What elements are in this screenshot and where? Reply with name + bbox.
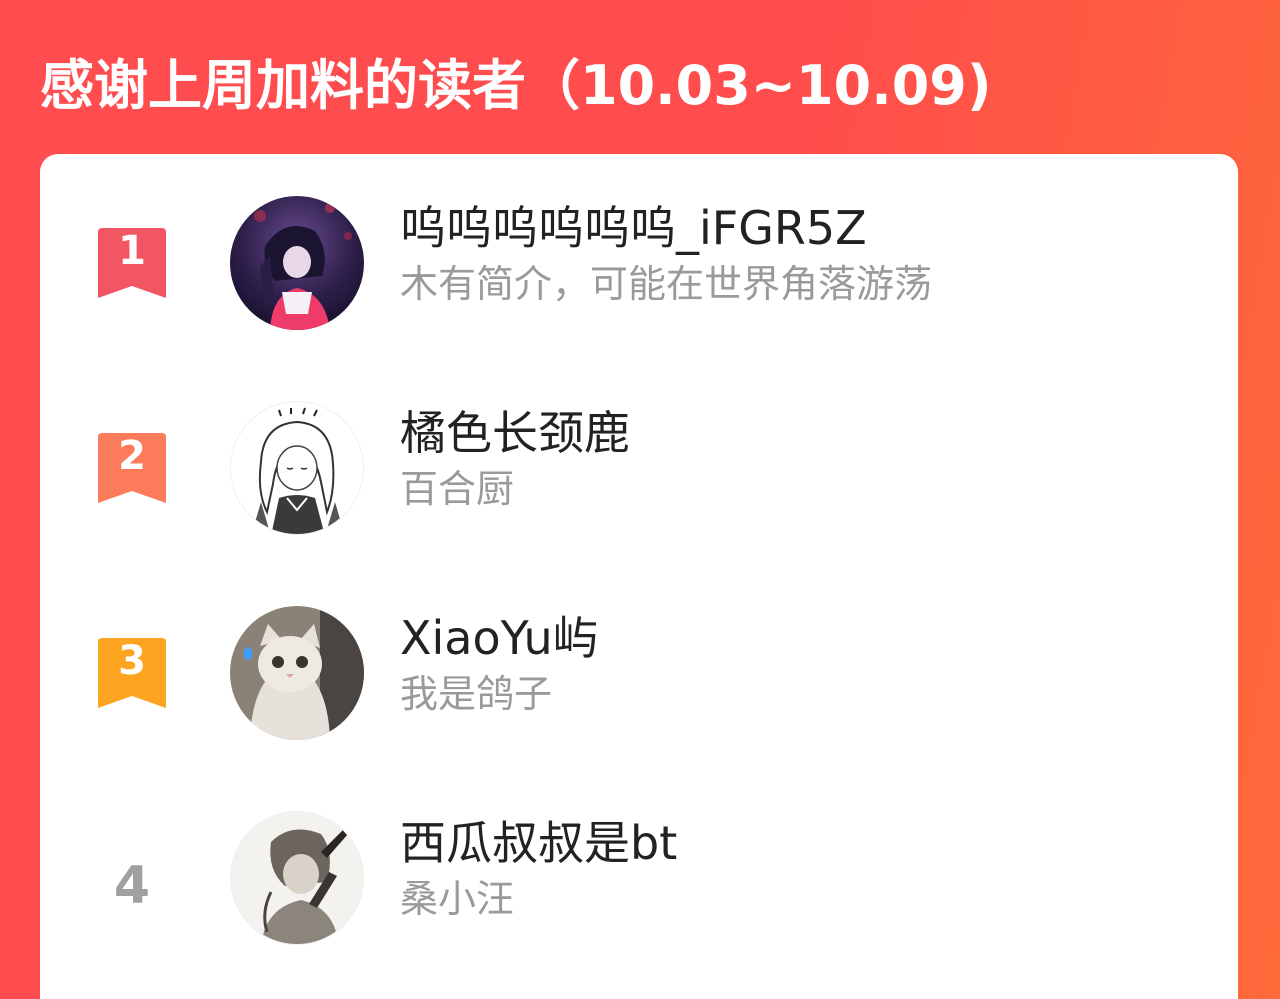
avatar[interactable]: [230, 606, 364, 740]
reader-bio: 桑小汪: [400, 877, 515, 921]
reader-name[interactable]: 呜呜呜呜呜呜_iFGR5Z: [400, 198, 867, 258]
rank-number: 1: [118, 228, 146, 274]
reader-name[interactable]: 橘色长颈鹿: [400, 403, 630, 463]
avatar-sketch-man-with-gun-icon: [231, 812, 363, 944]
rank-number: 4: [113, 856, 151, 916]
list-item[interactable]: 4 西瓜叔叔是bt 桑小汪: [40, 811, 1238, 951]
reader-bio: 我是鸽子: [400, 672, 553, 716]
reader-name[interactable]: XiaoYu屿: [400, 608, 599, 668]
list-item[interactable]: 2 橘色长颈鹿 百合厨: [40, 401, 1238, 541]
reader-list-card: 1 呜呜呜呜呜呜_iFGR5Z 木有简介，可能在世界角落游荡 2 橘色长颈鹿 百…: [40, 154, 1238, 999]
list-item[interactable]: 3 XiaoYu屿 我是鸽子: [40, 606, 1238, 746]
rank-badge: 1: [98, 228, 166, 298]
rank-number: 2: [118, 433, 146, 479]
page: 感谢上周加料的读者（10.03~10.09) 1 呜呜呜呜呜呜_iFGR5Z 木…: [0, 0, 1280, 999]
avatar-sketch-girl-icon: [231, 402, 363, 534]
avatar-cat-meme-icon: [230, 606, 364, 740]
avatar[interactable]: [230, 401, 364, 535]
rank-badge: 3: [98, 638, 166, 708]
avatar[interactable]: [230, 811, 364, 945]
reader-name[interactable]: 西瓜叔叔是bt: [400, 813, 677, 873]
page-title: 感谢上周加料的读者（10.03~10.09): [40, 54, 992, 117]
rank-number: 3: [118, 638, 146, 684]
rank-badge: 2: [98, 433, 166, 503]
list-item[interactable]: 1 呜呜呜呜呜呜_iFGR5Z 木有简介，可能在世界角落游荡: [40, 196, 1238, 336]
avatar-anime-girl-dark-icon: [230, 196, 364, 330]
reader-bio: 百合厨: [400, 467, 515, 511]
avatar[interactable]: [230, 196, 364, 330]
reader-bio: 木有简介，可能在世界角落游荡: [400, 262, 933, 306]
